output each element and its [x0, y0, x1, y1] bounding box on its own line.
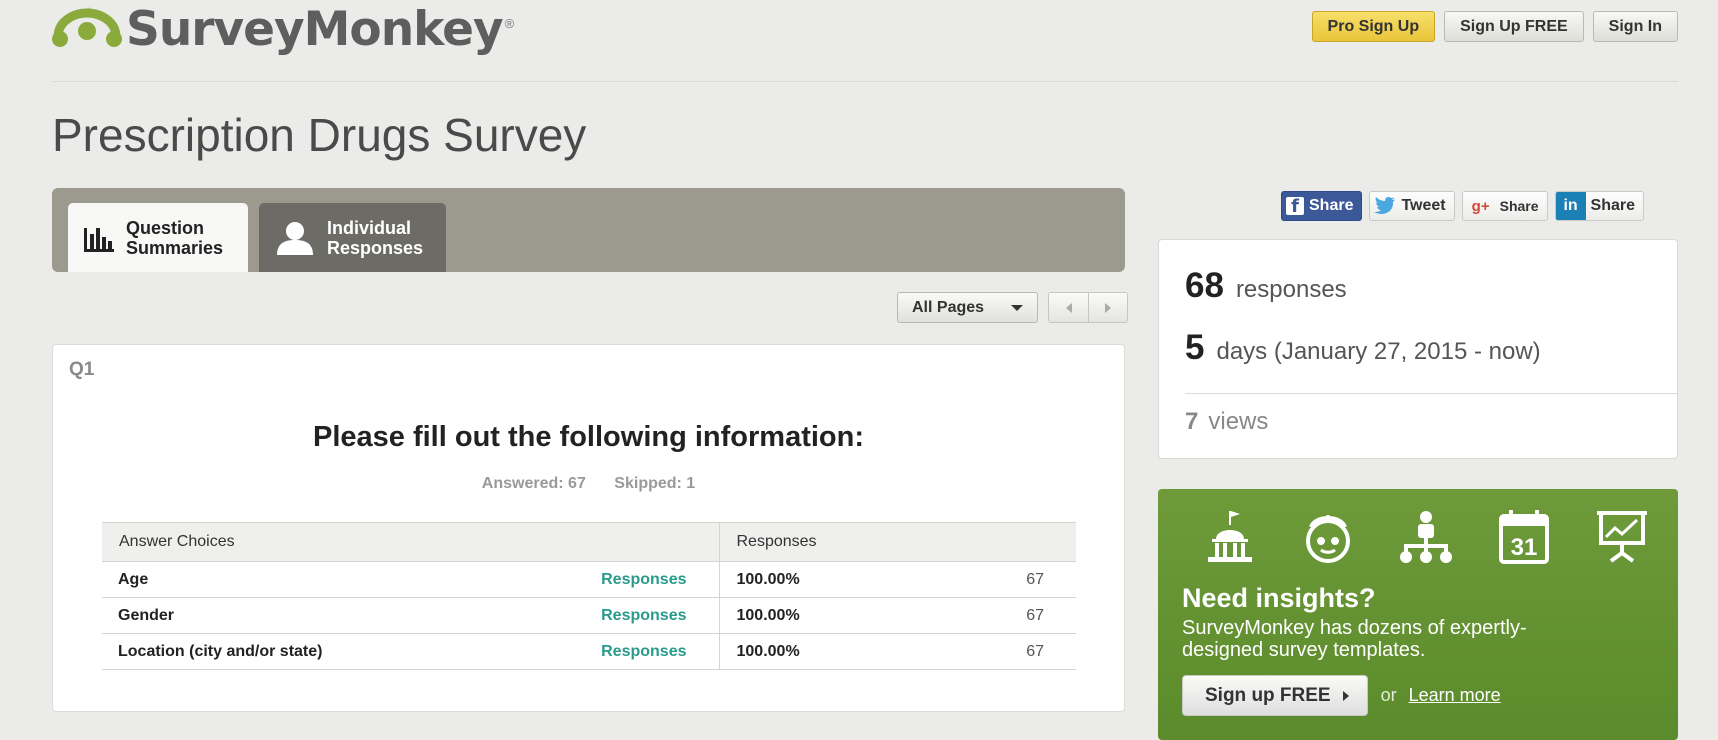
- facebook-share-button[interactable]: f Share: [1281, 191, 1363, 221]
- views-count: 7: [1185, 408, 1199, 435]
- skipped-count: Skipped: 1: [614, 475, 696, 492]
- registered-mark: ®: [504, 16, 515, 31]
- presentation-board-icon: [1594, 509, 1650, 565]
- share-buttons: f Share Tweet g+ Share in Share: [1281, 191, 1645, 221]
- responses-count: 68: [1185, 266, 1224, 305]
- sign-in-button[interactable]: Sign In: [1592, 11, 1678, 42]
- tab-label-line1: Question: [126, 217, 205, 238]
- header-divider: [52, 81, 1678, 82]
- or-label: or: [1380, 685, 1397, 705]
- tab-label-line2: Summaries: [126, 237, 224, 258]
- stats-divider: [1185, 393, 1677, 394]
- arrow-right-icon: [1342, 690, 1349, 701]
- days-count: 5: [1185, 328, 1205, 367]
- monkey-logo-icon: [52, 7, 122, 47]
- insights-promo: 31 Need insights? SurveyMonkey has dozen…: [1158, 489, 1678, 740]
- response-count: 67: [899, 561, 1076, 598]
- header-buttons: Pro Sign Up Sign Up FREE Sign In: [1311, 11, 1678, 42]
- learn-more-link[interactable]: Learn more: [1409, 685, 1501, 706]
- insights-icons: 31: [1202, 509, 1650, 565]
- prev-page-button[interactable]: [1049, 293, 1088, 322]
- insights-title: Need insights?: [1182, 583, 1376, 613]
- answered-count: Answered: 67: [481, 475, 586, 492]
- tab-label-line1: Individual: [327, 217, 412, 238]
- answer-choice: Location (city and/or state): [102, 633, 435, 670]
- views-label: views: [1208, 408, 1269, 435]
- response-percent: 100.00%: [718, 633, 899, 670]
- next-page-button[interactable]: [1088, 293, 1127, 322]
- linkedin-share-label: Share: [1590, 197, 1636, 214]
- insights-signup-label: Sign up FREE: [1205, 684, 1331, 706]
- answer-choice: Gender: [102, 597, 435, 634]
- answer-choice: Age: [102, 561, 435, 598]
- chevron-down-icon: [1011, 304, 1023, 311]
- google-plus-share-label: Share: [1499, 198, 1539, 214]
- views-stat: 7 views: [1185, 408, 1268, 436]
- all-pages-label: All Pages: [912, 298, 985, 316]
- arrow-right-icon: [1105, 302, 1111, 313]
- page-nav: [1048, 292, 1128, 323]
- pro-signup-button[interactable]: Pro Sign Up: [1311, 11, 1436, 42]
- table-header-row: Answer Choices Responses: [102, 522, 1076, 562]
- tab-question-summaries[interactable]: Question Summaries: [68, 203, 248, 272]
- days-stat: 5 days (January 27, 2015 - now): [1185, 328, 1541, 368]
- surveymonkey-logo[interactable]: SurveyMonkey ®: [52, 2, 514, 56]
- insights-cta: Sign up FREE or Learn more: [1182, 675, 1501, 716]
- linkedin-share-button[interactable]: in Share: [1554, 191, 1645, 221]
- capitol-building-icon: [1202, 509, 1258, 565]
- response-count: 67: [899, 597, 1076, 634]
- calendar-icon: 31: [1496, 509, 1552, 565]
- question-number: Q1: [69, 359, 95, 380]
- responses-link[interactable]: Responses: [435, 561, 719, 598]
- calendar-day: 31: [1511, 534, 1538, 561]
- linkedin-icon: in: [1555, 192, 1586, 220]
- responses-label: responses: [1235, 276, 1347, 303]
- responses-stat: 68 responses: [1185, 266, 1347, 306]
- google-plus-share-button[interactable]: g+ Share: [1461, 191, 1548, 221]
- days-label: days (January 27, 2015 - now): [1216, 338, 1541, 365]
- header-responses: Responses: [718, 522, 1076, 562]
- tab-label: Individual Responses: [327, 218, 423, 258]
- table-row: Age Responses 100.00% 67: [102, 561, 1076, 598]
- answer-table: Answer Choices Responses Age Responses 1…: [102, 522, 1076, 670]
- twitter-tweet-button[interactable]: Tweet: [1369, 191, 1455, 221]
- response-percent: 100.00%: [718, 561, 899, 598]
- stats-card: 68 responses 5 days (January 27, 2015 - …: [1158, 239, 1678, 459]
- question-title: Please fill out the following informatio…: [313, 421, 864, 453]
- page-selector: All Pages: [897, 292, 1128, 323]
- insights-signup-button[interactable]: Sign up FREE: [1182, 675, 1368, 716]
- person-icon: [275, 221, 315, 255]
- page-title: Prescription Drugs Survey: [52, 109, 587, 161]
- table-row: Gender Responses 100.00% 67: [102, 597, 1076, 634]
- arrow-left-icon: [1065, 302, 1072, 313]
- response-count: 67: [899, 633, 1076, 670]
- insights-text: SurveyMonkey has dozens of expertly-desi…: [1182, 617, 1527, 661]
- twitter-tweet-label: Tweet: [1401, 197, 1446, 214]
- tab-label: Question Summaries: [126, 218, 223, 258]
- logo-wordmark: SurveyMonkey: [126, 1, 504, 57]
- org-chart-icon: [1398, 509, 1454, 565]
- question-card: Q1 Please fill out the following informa…: [52, 344, 1125, 712]
- tab-bar: Question Summaries Individual Responses: [52, 188, 1125, 272]
- responses-link[interactable]: Responses: [435, 597, 719, 634]
- twitter-bird-icon: [1374, 195, 1396, 217]
- all-pages-dropdown[interactable]: All Pages: [897, 292, 1038, 323]
- header-answer-choices: Answer Choices: [102, 522, 719, 562]
- nurse-icon: [1300, 509, 1356, 565]
- tab-label-line2: Responses: [327, 237, 424, 258]
- response-percent: 100.00%: [718, 597, 899, 634]
- question-stats: Answered: 67 Skipped: 1: [53, 475, 1124, 493]
- facebook-icon: f: [1286, 196, 1304, 217]
- responses-link[interactable]: Responses: [435, 633, 719, 670]
- table-row: Location (city and/or state) Responses 1…: [102, 633, 1076, 670]
- tab-individual-responses[interactable]: Individual Responses: [259, 203, 446, 272]
- google-plus-icon: g+: [1471, 197, 1490, 215]
- signup-free-button[interactable]: Sign Up FREE: [1444, 11, 1584, 42]
- facebook-share-label: Share: [1309, 197, 1354, 214]
- bar-chart-icon: [84, 224, 114, 252]
